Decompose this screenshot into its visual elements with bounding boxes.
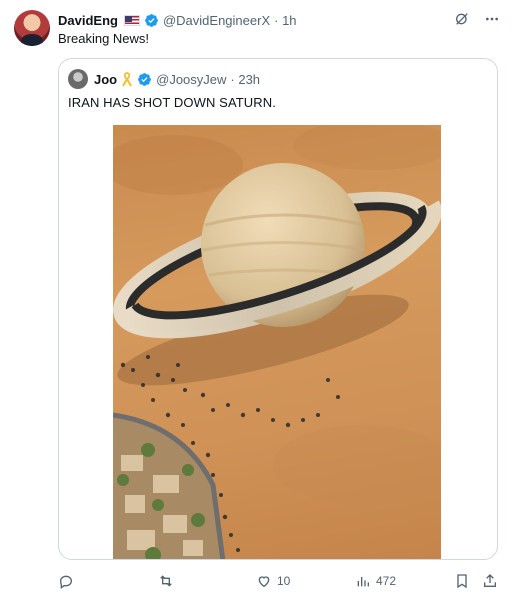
yellow-ribbon-icon (122, 71, 132, 86)
bookmark-icon (457, 574, 467, 589)
quoted-time: · 23h (230, 71, 261, 87)
analytics-icon (357, 577, 369, 587)
tweet-time[interactable]: · 1h (274, 13, 296, 28)
reply-icon (59, 575, 73, 589)
tweet: DavidEng @DavidEngineerX · 1h Breaking N… (0, 0, 516, 600)
share-icon (484, 574, 496, 587)
verified-badge-icon (138, 72, 152, 86)
author-avatar[interactable] (14, 10, 50, 46)
retweet-icon (160, 575, 172, 587)
like-count: 10 (277, 574, 291, 588)
top-actions (452, 9, 502, 29)
tweet-text: Breaking News! (58, 31, 150, 46)
verified-badge-icon (145, 13, 158, 27)
retweet-button[interactable] (158, 570, 179, 592)
quoted-author-name: Joo (94, 71, 118, 87)
quoted-tweet[interactable]: Joo @JoosyJew · 23h IRAN HAS SHOT DOWN S… (58, 58, 498, 560)
us-flag-icon (123, 14, 140, 26)
reply-button[interactable] (58, 570, 79, 592)
more-options-icon[interactable] (482, 9, 502, 29)
views-count: 472 (376, 574, 397, 588)
quoted-author-handle: @JoosyJew (156, 71, 227, 87)
share-button[interactable] (482, 570, 498, 592)
quoted-text: IRAN HAS SHOT DOWN SATURN. (68, 95, 276, 110)
heart-icon (258, 576, 270, 588)
author-name[interactable]: DavidEng (58, 13, 118, 28)
grok-icon[interactable] (452, 9, 472, 29)
author-handle[interactable]: @DavidEngineerX (163, 13, 270, 28)
tweet-header: DavidEng @DavidEngineerX · 1h (58, 11, 297, 29)
image-illustration (113, 125, 441, 559)
quoted-avatar (68, 69, 88, 89)
like-button[interactable]: 10 (256, 570, 290, 592)
views-button[interactable]: 472 (355, 570, 396, 592)
action-bar: 10 472 (58, 570, 498, 592)
quoted-header: Joo @JoosyJew · 23h (68, 69, 260, 89)
bookmark-button[interactable] (454, 570, 470, 592)
saturn-desert-image[interactable] (113, 125, 441, 559)
